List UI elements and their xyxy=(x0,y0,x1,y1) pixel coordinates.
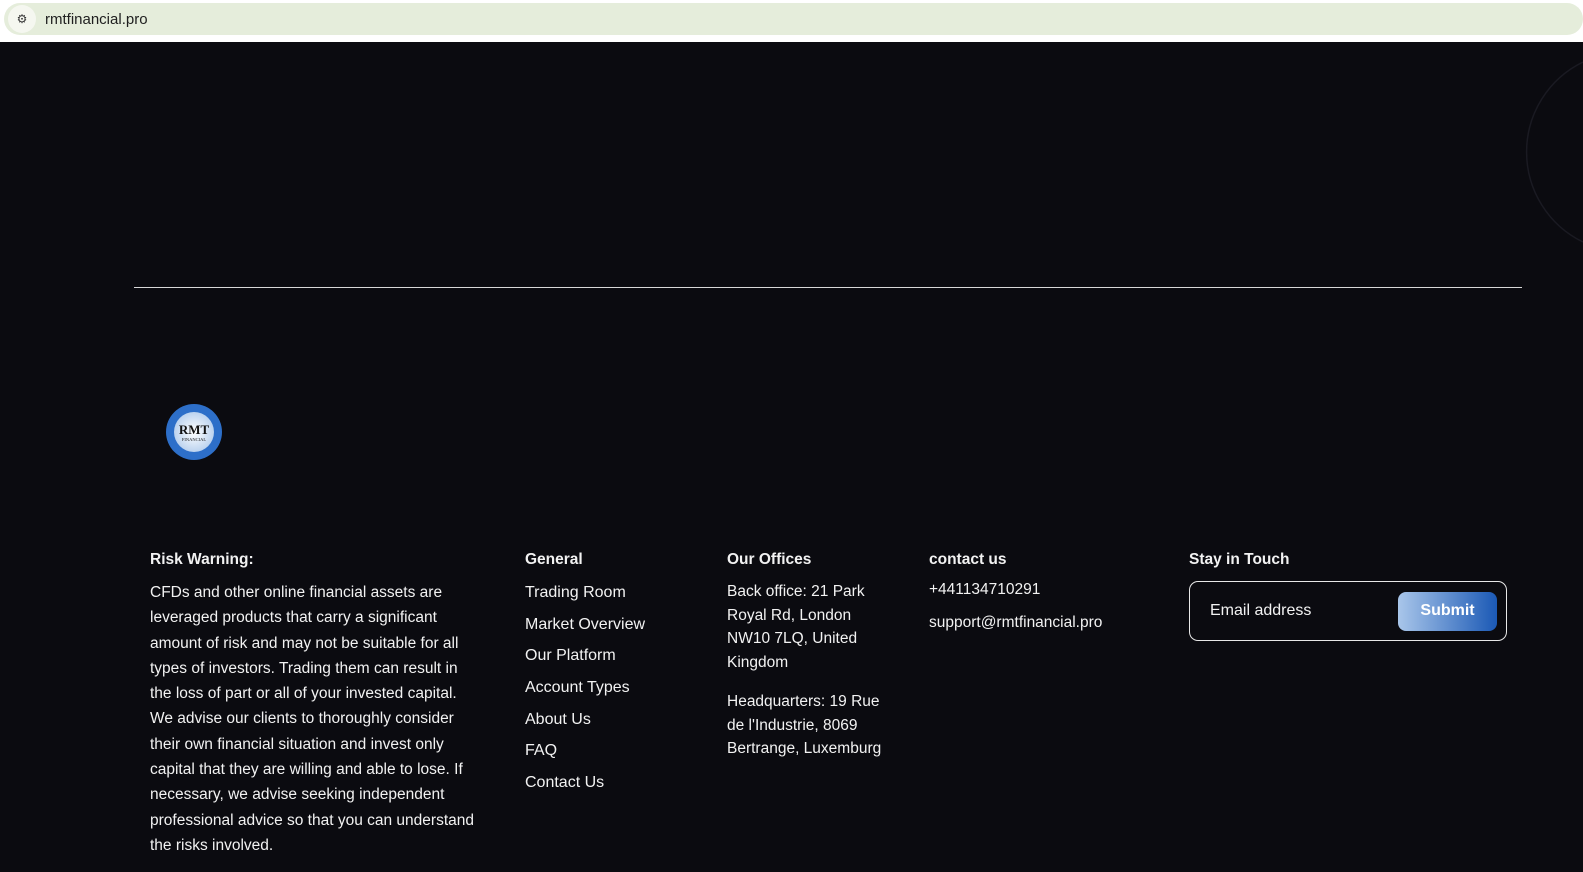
rmt-financial-logo[interactable]: RMT FINANCIAL xyxy=(165,403,223,461)
link-account-types[interactable]: Account Types xyxy=(525,675,645,707)
risk-warning-title: Risk Warning: xyxy=(150,551,254,568)
link-our-platform[interactable]: Our Platform xyxy=(525,643,645,675)
general-links-section: General Trading Room Market Overview Our… xyxy=(525,551,645,802)
newsletter-section: Stay in Touch Submit xyxy=(1189,551,1507,641)
newsletter-title: Stay in Touch xyxy=(1189,551,1290,568)
submit-button[interactable]: Submit xyxy=(1398,591,1497,631)
offices-section: Our Offices Back office: 21 Park Royal R… xyxy=(727,551,892,777)
headquarters-address: Headquarters: 19 Rue de l'Industrie, 806… xyxy=(727,693,882,757)
contact-email[interactable]: support@rmtfinancial.pro xyxy=(929,613,1102,633)
general-title: General xyxy=(525,551,583,568)
contact-phone[interactable]: +441134710291 xyxy=(929,580,1102,600)
site-settings-icon[interactable]: ⚙ xyxy=(8,5,36,33)
back-office-address: Back office: 21 Park Royal Rd, London NW… xyxy=(727,583,865,671)
url-text[interactable]: rmtfinancial.pro xyxy=(45,11,148,28)
svg-text:FINANCIAL: FINANCIAL xyxy=(182,437,207,442)
browser-address-bar: ⚙ rmtfinancial.pro xyxy=(0,0,1583,42)
risk-warning-text: CFDs and other online financial assets a… xyxy=(150,584,474,854)
decorative-circle xyxy=(1525,61,1583,243)
url-field[interactable]: ⚙ rmtfinancial.pro xyxy=(4,3,1583,35)
divider xyxy=(134,287,1522,288)
link-trading-room[interactable]: Trading Room xyxy=(525,580,645,612)
link-market-overview[interactable]: Market Overview xyxy=(525,612,645,644)
risk-warning-section: Risk Warning: CFDs and other online fina… xyxy=(150,551,480,858)
link-about-us[interactable]: About Us xyxy=(525,707,645,739)
contact-section: contact us +441134710291 support@rmtfina… xyxy=(929,551,1102,646)
email-input[interactable] xyxy=(1210,602,1380,620)
contact-title: contact us xyxy=(929,551,1007,568)
link-faq[interactable]: FAQ xyxy=(525,738,645,770)
link-contact-us[interactable]: Contact Us xyxy=(525,770,645,802)
offices-title: Our Offices xyxy=(727,551,812,568)
newsletter-form: Submit xyxy=(1189,581,1507,641)
svg-text:RMT: RMT xyxy=(179,422,210,437)
